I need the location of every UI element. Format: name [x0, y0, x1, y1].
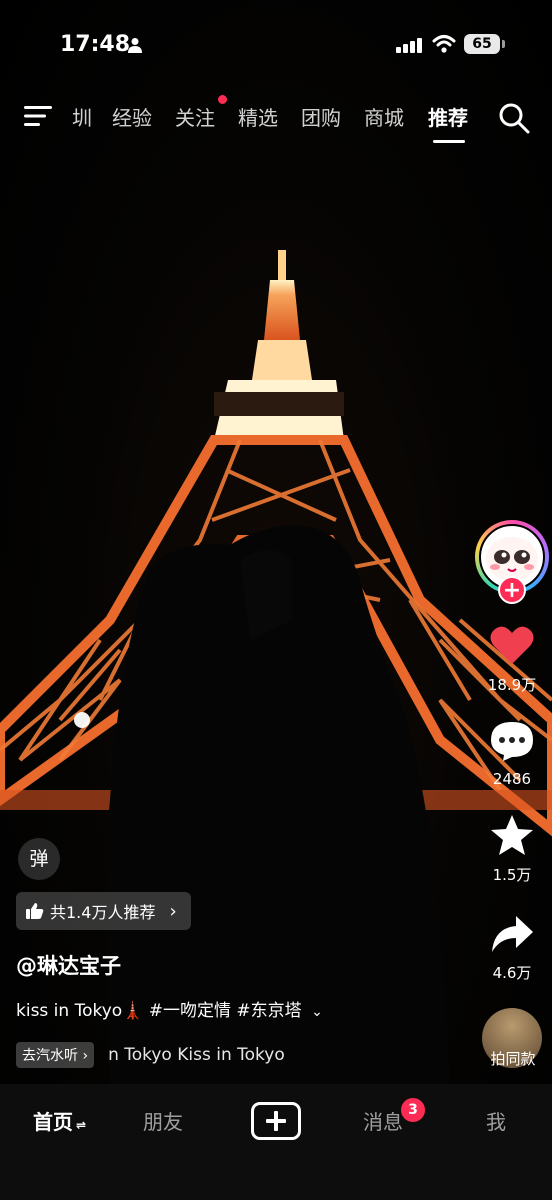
heart-icon — [490, 626, 534, 664]
cellular-signal-icon — [396, 38, 422, 53]
battery-indicator: 65 — [464, 34, 500, 54]
favorite-button[interactable]: 1.5万 — [472, 814, 552, 885]
messages-badge: 3 — [401, 1098, 425, 1122]
recommend-pill[interactable]: 共1.4万人推荐 › — [16, 892, 191, 930]
danmu-toggle-button[interactable]: 弹 — [18, 838, 60, 880]
nav-friends[interactable]: 朋友 — [143, 1106, 183, 1135]
recommend-text: 共1.4万人推荐 — [50, 903, 156, 922]
nav-messages[interactable]: 消息 — [363, 1106, 403, 1135]
battery-tip — [502, 40, 505, 48]
chevron-down-icon[interactable]: ⌄ — [311, 1004, 323, 1020]
comment-icon — [491, 722, 533, 761]
music-tag[interactable]: 去汽水听 › — [16, 1042, 95, 1068]
tab-mall[interactable]: 商城 — [364, 102, 404, 131]
same-style-label[interactable]: 拍同款 — [478, 1048, 548, 1069]
music-row[interactable]: 去汽水听 › n Tokyo Kiss in Tokyo — [16, 1040, 285, 1070]
share-button[interactable]: 4.6万 — [472, 914, 552, 983]
tab-city[interactable]: 圳 — [72, 102, 92, 131]
swap-icon: ⇌ — [76, 1118, 87, 1132]
author-name[interactable]: @琳达宝子 — [16, 950, 121, 980]
like-button[interactable]: 18.9万 — [472, 624, 552, 695]
star-icon — [491, 815, 533, 855]
like-count: 18.9万 — [487, 676, 537, 694]
music-title: n Tokyo Kiss in Tokyo — [108, 1045, 285, 1065]
active-tab-indicator — [433, 140, 465, 143]
caption-text: kiss in Tokyo🗼 #一吻定情 #东京塔 — [16, 1001, 302, 1021]
tab-recommend[interactable]: 推荐 — [428, 102, 468, 131]
chevron-right-icon: › — [169, 900, 177, 922]
tab-following[interactable]: 关注 — [175, 102, 215, 131]
bottom-nav: 首页 ⇌ 朋友 消息 3 我 — [0, 1084, 552, 1200]
top-nav: 圳 经验 关注 精选 团购 商城 推荐 — [0, 96, 552, 146]
tab-group-buy[interactable]: 团购 — [301, 102, 341, 131]
status-bar: 17:48 65 — [0, 28, 552, 62]
music-tag-label: 去汽水听 — [22, 1048, 78, 1064]
nav-home[interactable]: 首页 ⇌ — [33, 1106, 86, 1135]
share-count: 4.6万 — [492, 964, 532, 982]
person-icon — [128, 38, 142, 53]
video-caption[interactable]: kiss in Tokyo🗼 #一吻定情 #东京塔 ⌄ — [16, 996, 323, 1021]
comment-button[interactable]: 2486 — [472, 720, 552, 788]
create-post-button[interactable] — [251, 1102, 301, 1140]
status-time: 17:48 — [60, 32, 131, 57]
menu-icon[interactable] — [24, 104, 52, 128]
search-icon[interactable] — [498, 102, 530, 134]
favorite-count: 1.5万 — [492, 866, 532, 884]
follow-button[interactable]: + — [498, 576, 526, 604]
tab-featured[interactable]: 精选 — [238, 102, 278, 131]
wifi-icon — [432, 35, 456, 53]
tab-experience[interactable]: 经验 — [112, 102, 152, 131]
following-notification-dot — [218, 95, 227, 104]
nav-home-label: 首页 — [33, 1110, 73, 1134]
plus-icon — [266, 1111, 286, 1131]
comment-count: 2486 — [492, 770, 532, 788]
thumbs-up-icon — [26, 903, 44, 919]
share-icon — [492, 916, 533, 952]
nav-me[interactable]: 我 — [486, 1106, 506, 1135]
